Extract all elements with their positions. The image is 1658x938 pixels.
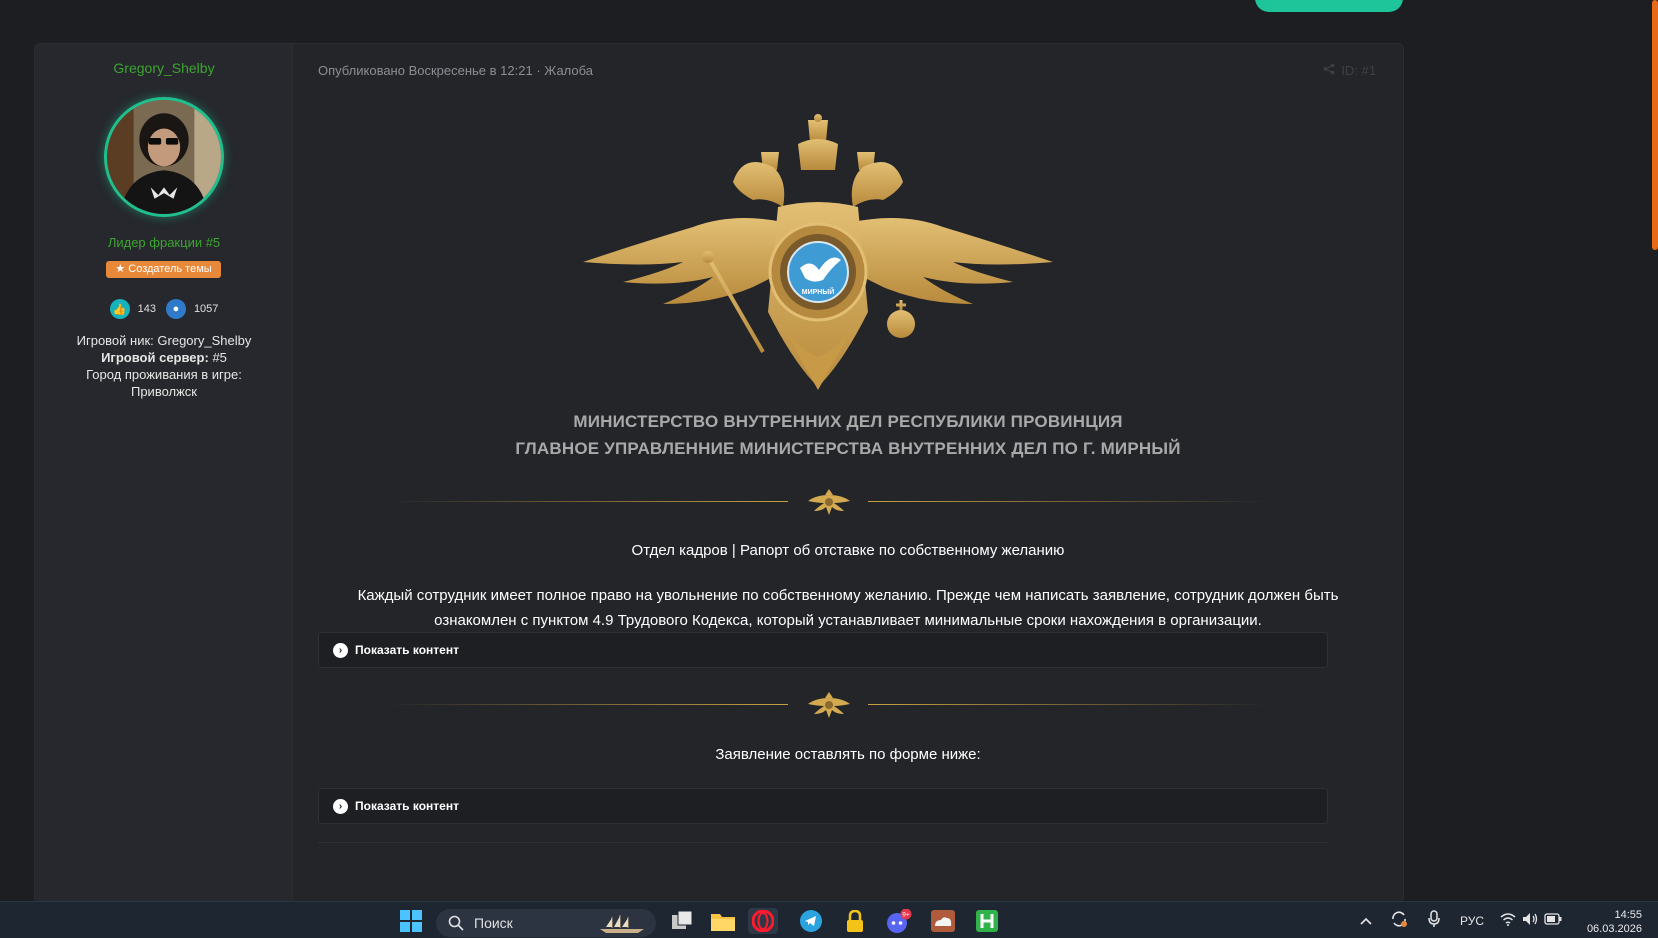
- clock-time: 14:55: [1614, 909, 1642, 921]
- clock-date: 06.03.2026: [1586, 923, 1642, 935]
- city-value: Приволжск: [130, 384, 197, 399]
- discord-icon[interactable]: 9+: [884, 908, 914, 934]
- server-row: Игровой сервер: #5: [101, 350, 227, 365]
- author-username[interactable]: Gregory_Shelby: [35, 60, 293, 76]
- ministry-title: МИНИСТЕРСТВО ВНУТРЕННИХ ДЕЛ РЕСПУБЛИКИ П…: [573, 412, 1123, 431]
- post-meta: Опубликовано Воскресенье в 12:21 · Жалоб…: [318, 63, 594, 78]
- windows-logo-icon: [400, 910, 422, 932]
- spoiler-label: Показать контент: [355, 799, 459, 813]
- task-view-icon[interactable]: [668, 908, 698, 934]
- avatar-image: [107, 100, 221, 214]
- discord-notification-badge: 9+: [902, 912, 910, 919]
- report-link[interactable]: Жалоба: [544, 63, 593, 78]
- tray-chevron-up-icon[interactable]: [1360, 914, 1372, 928]
- mini-eagle-icon: [808, 489, 850, 515]
- taskbar-search[interactable]: Поиск: [436, 909, 656, 937]
- form-note: Заявление оставлять по форме ниже:: [715, 746, 981, 763]
- post-id[interactable]: ID: #1: [1341, 63, 1376, 78]
- gold-divider: [388, 690, 1268, 720]
- spoiler-label: Показать контент: [355, 643, 459, 657]
- likes-count: 143: [137, 303, 156, 315]
- file-explorer-icon[interactable]: [708, 908, 738, 934]
- windows-taskbar: Поиск 9+ РУС 14:55 06.03.2026: [0, 901, 1658, 938]
- opera-browser-icon[interactable]: [748, 908, 778, 934]
- likes-stat[interactable]: 👍 143: [109, 299, 156, 319]
- published-date[interactable]: Опубликовано Воскресенье в 12:21: [318, 63, 533, 78]
- gold-divider: [388, 487, 1268, 517]
- system-clock[interactable]: 14:55 06.03.2026: [1587, 908, 1642, 936]
- post-content: Опубликовано Воскресенье в 12:21 · Жалоб…: [293, 44, 1403, 902]
- battery-icon[interactable]: [1544, 913, 1562, 928]
- volume-icon[interactable]: [1522, 912, 1538, 929]
- share-icon[interactable]: [1323, 63, 1335, 78]
- post-subtitle: Отдел кадров | Рапорт об отставке по соб…: [631, 542, 1065, 559]
- emblem-label: МИРНЫЙ: [802, 287, 834, 296]
- input-language[interactable]: РУС: [1460, 914, 1484, 928]
- wifi-icon[interactable]: [1500, 912, 1516, 929]
- microphone-icon[interactable]: [1428, 910, 1440, 931]
- chevron-right-icon: ›: [333, 798, 348, 814]
- city-label: Город проживания в игре:: [86, 367, 242, 382]
- thumbs-up-icon: 👍: [109, 299, 130, 319]
- forum-post: Gregory_Shelby Лидер фракции #5 ★ Создат…: [34, 43, 1404, 903]
- search-icon: [448, 915, 464, 931]
- telegram-icon[interactable]: [796, 908, 826, 934]
- author-stats: 👍 143 ● 1057: [35, 299, 293, 319]
- top-action-button[interactable]: [1255, 0, 1403, 12]
- sync-icon[interactable]: [1390, 910, 1408, 931]
- spoiler-toggle-1[interactable]: › Показать контент: [318, 632, 1328, 668]
- vpn-lock-icon[interactable]: [840, 908, 870, 934]
- author-info: Игровой ник: Gregory_Shelby Игровой серв…: [35, 332, 293, 400]
- badge-label: Создатель темы: [128, 263, 212, 275]
- thread-starter-badge: ★ Создатель темы: [106, 261, 221, 278]
- start-button[interactable]: [398, 908, 424, 934]
- post-meta-right: ID: #1: [1323, 63, 1376, 78]
- chevron-right-icon: ›: [333, 642, 348, 658]
- double-headed-eagle-emblem: МИРНЫЙ: [583, 114, 1053, 390]
- mini-eagle-icon: [808, 692, 850, 718]
- author-sidebar: Gregory_Shelby Лидер фракции #5 ★ Создат…: [35, 44, 293, 902]
- h-app-icon[interactable]: [972, 908, 1002, 934]
- messages-count: 1057: [193, 303, 219, 315]
- paragraph-line-1: Каждый сотрудник имеет полное право на у…: [357, 587, 1339, 604]
- chat-bubble-icon: ●: [165, 299, 186, 319]
- avatar[interactable]: [104, 97, 224, 217]
- paragraph-line-2: ознакомлен с пунктом 4.9 Трудового Кодек…: [434, 612, 1262, 629]
- content-divider: [318, 842, 1328, 843]
- page-scrollbar[interactable]: [1652, 0, 1658, 250]
- search-placeholder: Поиск: [474, 915, 513, 931]
- spoiler-toggle-2[interactable]: › Показать контент: [318, 788, 1328, 824]
- ship-highlight-icon: [600, 915, 644, 933]
- department-title: ГЛАВНОЕ УПРАВЛЕННИЕ МИНИСТЕРСТВА ВНУТРЕН…: [515, 439, 1181, 458]
- star-icon: ★: [115, 263, 126, 275]
- game-nick-row: Игровой ник: Gregory_Shelby: [76, 333, 252, 348]
- author-title: Лидер фракции #5: [107, 235, 221, 250]
- cloud-app-icon[interactable]: [928, 908, 958, 934]
- messages-stat[interactable]: ● 1057: [165, 299, 219, 319]
